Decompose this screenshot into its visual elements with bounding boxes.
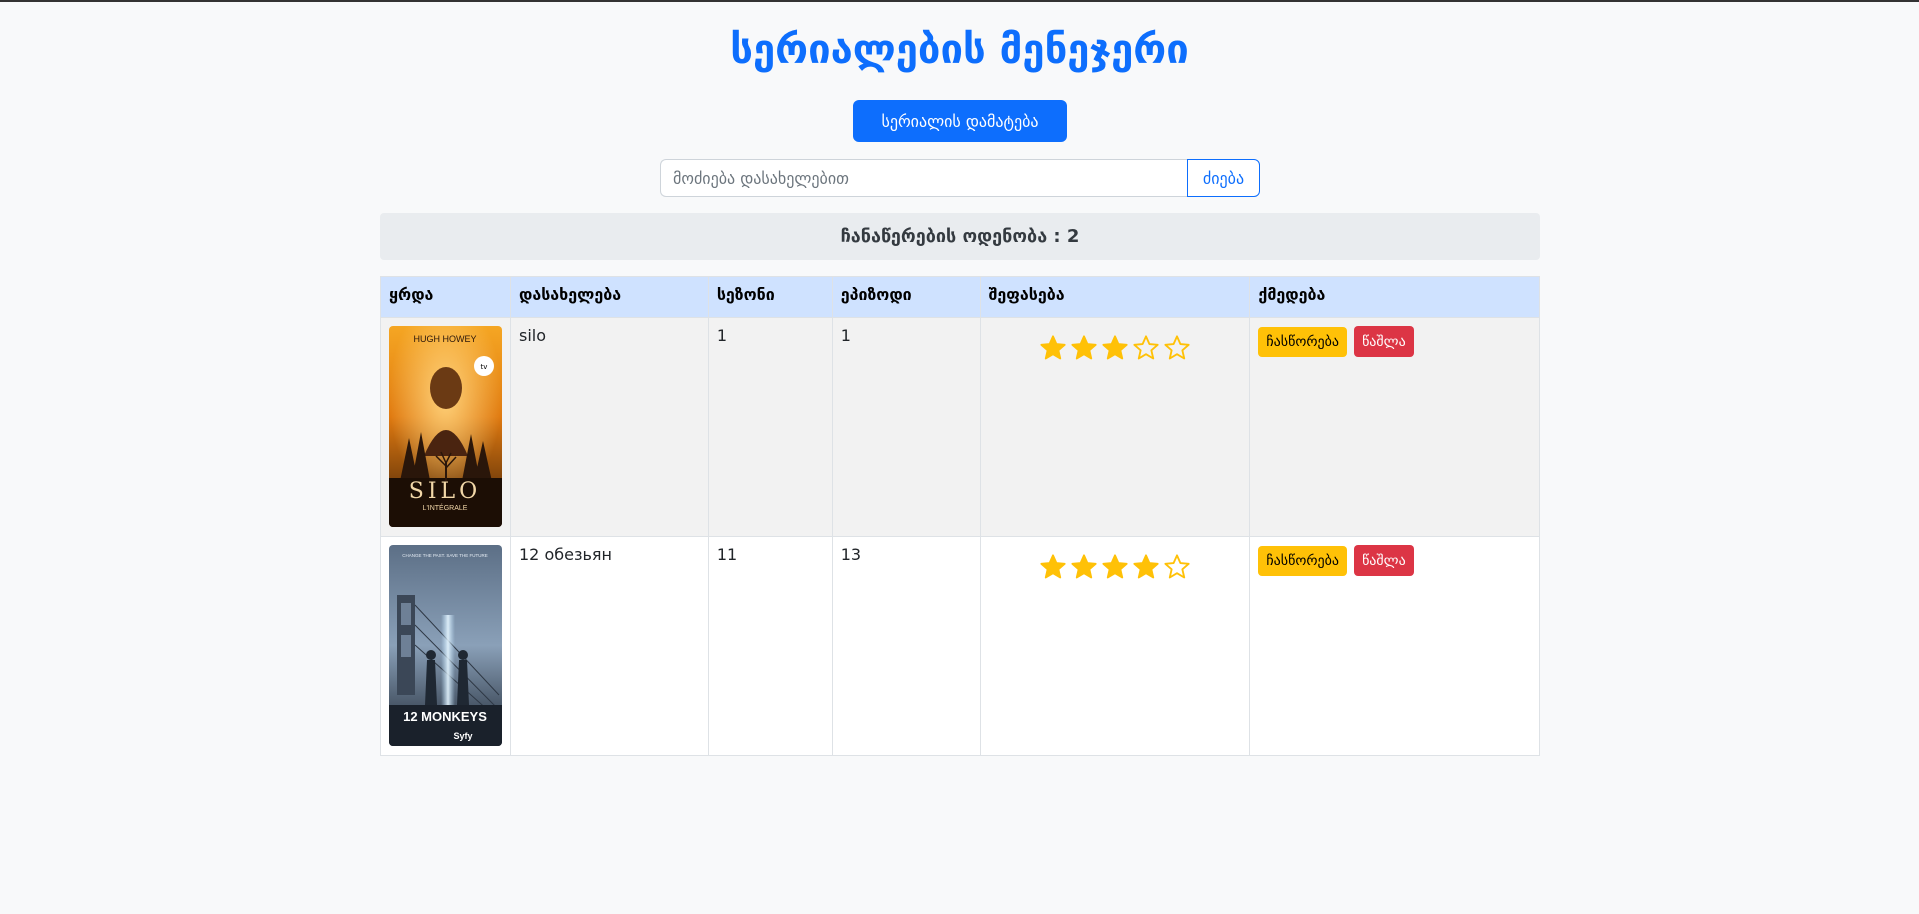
poster-subtitle-text: L'INTÉGRALE (423, 503, 468, 512)
table-row: tv HUGH HOWEY SILO L'INTÉGRALE silo 1 1 … (380, 317, 1540, 537)
search-input[interactable] (660, 159, 1187, 197)
poster-title-text: SILO (409, 479, 481, 504)
rating-cell (979, 536, 1251, 756)
edit-button[interactable]: ჩასწორება (1258, 545, 1347, 576)
star-rating (1039, 553, 1191, 581)
star-filled-icon (1071, 335, 1097, 360)
edit-button[interactable]: ჩასწორება (1258, 326, 1347, 357)
record-count: ჩანაწერების ოდენობა : 2 (380, 213, 1540, 260)
name-cell: silo (510, 317, 709, 537)
episode-cell: 1 (831, 317, 981, 537)
star-empty-icon (1164, 335, 1190, 360)
star-empty-icon (1164, 554, 1190, 579)
star-filled-icon (1133, 554, 1159, 579)
column-header-episode: ეპიზოდი (831, 276, 981, 318)
star-filled-icon (1071, 554, 1097, 579)
star-filled-icon (1040, 554, 1066, 579)
column-header-rating: შეფასება (979, 276, 1251, 318)
star-filled-icon (1102, 554, 1128, 579)
add-series-button[interactable]: სერიალის დამატება (853, 100, 1067, 142)
star-rating (1039, 334, 1191, 362)
table-row: CHANGE THE PAST. SAVE THE FUTURE 12 MONK… (380, 536, 1540, 756)
poster-cell: tv HUGH HOWEY SILO L'INTÉGRALE (380, 317, 511, 537)
poster-cell: CHANGE THE PAST. SAVE THE FUTURE 12 MONK… (380, 536, 511, 756)
page-title: სერიალების მენეჯერი (730, 27, 1189, 73)
delete-button[interactable]: წაშლა (1354, 326, 1414, 357)
poster-author-text: HUGH HOWEY (414, 334, 477, 344)
column-header-season: სეზონი (707, 276, 833, 318)
star-empty-icon (1133, 335, 1159, 360)
season-cell: 11 (707, 536, 833, 756)
delete-button[interactable]: წაშლა (1354, 545, 1414, 576)
poster-title-text: 12 MONKEYS (403, 709, 487, 724)
search-button[interactable]: ძიება (1187, 159, 1260, 197)
column-header-poster: ყრდა (380, 276, 511, 318)
star-filled-icon (1040, 335, 1066, 360)
poster-network-text: Syfy (453, 731, 472, 741)
poster-image-silo: tv HUGH HOWEY SILO L'INTÉGRALE (389, 326, 502, 527)
search-bar: ძიება (660, 159, 1260, 197)
season-cell: 1 (707, 317, 833, 537)
column-header-actions: ქმედება (1249, 276, 1540, 318)
poster-badge-text: tv (481, 363, 488, 371)
name-cell: 12 обезьян (510, 536, 709, 756)
series-table: ყრდა დასახელება სეზონი ეპიზოდი შეფასება … (380, 276, 1540, 756)
star-filled-icon (1102, 335, 1128, 360)
actions-cell: ჩასწორება წაშლა (1249, 317, 1540, 537)
table-header-row: ყრდა დასახელება სეზონი ეპიზოდი შეფასება … (380, 276, 1540, 318)
episode-cell: 13 (831, 536, 981, 756)
poster-tagline-text: CHANGE THE PAST. SAVE THE FUTURE (402, 553, 487, 558)
actions-cell: ჩასწორება წაშლა (1249, 536, 1540, 756)
column-header-name: დასახელება (510, 276, 709, 318)
poster-image-12-monkeys: CHANGE THE PAST. SAVE THE FUTURE 12 MONK… (389, 545, 502, 746)
rating-cell (979, 317, 1251, 537)
